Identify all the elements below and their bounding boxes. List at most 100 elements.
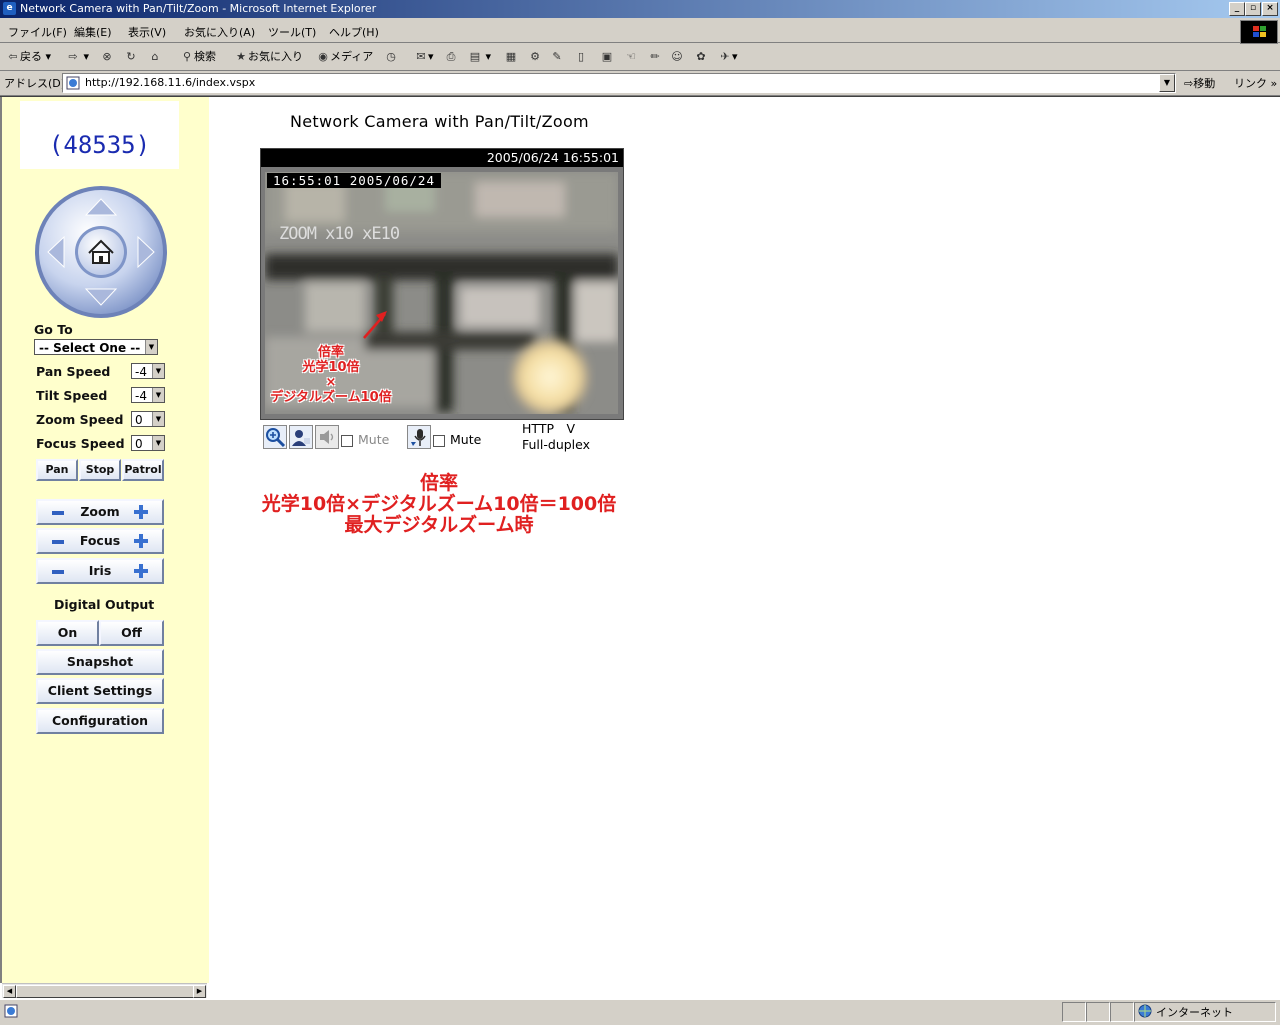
mail-button[interactable]: ✉ ▾: [414, 48, 433, 66]
search-icon: ⚲: [182, 50, 192, 63]
menu-help[interactable]: ヘルプ(H): [329, 24, 379, 40]
tool-4-icon: ▣: [601, 50, 613, 63]
talk-icon[interactable]: [289, 425, 313, 449]
zoom-out-icon[interactable]: [52, 511, 64, 515]
menu-file[interactable]: ファイル(F): [8, 24, 67, 40]
search-button[interactable]: ⚲ 検索: [180, 48, 216, 66]
hand-icon: ☜: [626, 50, 636, 63]
focus-control: Focus: [36, 528, 164, 554]
address-input[interactable]: http://192.168.11.6/index.vspx ▼: [62, 73, 1176, 93]
checkbox-icon: [433, 434, 445, 447]
menu-bar: ファイル(F) 編集(E) 表示(V) お気に入り(A) ツール(T) ヘルプ(…: [0, 20, 1280, 43]
tool-button-8[interactable]: ✿: [694, 48, 708, 66]
mail-icon: ✉: [416, 50, 426, 63]
focus-speed-select[interactable]: 0 ▼: [131, 435, 165, 451]
home-icon: ⌂: [151, 50, 159, 63]
tool-3-icon: ▯: [577, 50, 585, 63]
iris-close-icon[interactable]: [52, 570, 64, 574]
tool-2-icon: ✎: [552, 50, 562, 63]
microphone-icon[interactable]: [407, 425, 431, 449]
stop-button[interactable]: Stop: [79, 459, 121, 481]
scroll-right-icon[interactable]: ▶: [193, 985, 206, 998]
edit-icon: ▤: [469, 50, 481, 63]
dropdown-arrow-icon: ▼: [152, 364, 164, 378]
tool-button-4[interactable]: ▣: [600, 48, 614, 66]
tool-button-2[interactable]: ✎: [550, 48, 564, 66]
refresh-icon: ↻: [126, 50, 136, 63]
status-pane: [1062, 1002, 1086, 1022]
menu-edit[interactable]: 編集(E): [74, 24, 112, 40]
tool-button-7[interactable]: ☺: [670, 48, 684, 66]
menu-tools[interactable]: ツール(T): [268, 24, 316, 40]
media-button[interactable]: ◉ メディア: [316, 48, 373, 66]
print-icon: ⎙: [446, 50, 456, 63]
tilt-speed-select[interactable]: -4 ▼: [131, 387, 165, 403]
address-dropdown-button[interactable]: ▼: [1159, 74, 1175, 92]
forward-button[interactable]: ⇨ ▾: [66, 48, 89, 66]
discuss-button[interactable]: ▦: [504, 48, 518, 66]
patrol-button[interactable]: Patrol: [122, 459, 164, 481]
pan-tilt-pad[interactable]: [34, 185, 168, 319]
pan-button[interactable]: Pan: [36, 459, 78, 481]
title-bar: e Network Camera with Pan/Tilt/Zoom - Mi…: [0, 0, 1280, 18]
focus-near-icon[interactable]: [52, 540, 64, 544]
scroll-thumb[interactable]: [16, 985, 194, 998]
client-settings-button[interactable]: Client Settings: [36, 678, 164, 704]
tilt-speed-label: Tilt Speed: [36, 388, 108, 403]
speaker-mute-checkbox[interactable]: Mute: [341, 432, 389, 447]
menu-view[interactable]: 表示(V): [128, 24, 166, 40]
refresh-button[interactable]: ↻: [124, 48, 138, 66]
zoom-speed-select[interactable]: 0 ▼: [131, 411, 165, 427]
windows-logo-icon: [1240, 20, 1278, 44]
tool-button-1[interactable]: ⚙: [528, 48, 542, 66]
stop-button[interactable]: ⊗: [100, 48, 114, 66]
iris-open-icon[interactable]: [134, 564, 148, 578]
focus-far-icon[interactable]: [134, 534, 148, 548]
ie-logo-icon: e: [3, 2, 16, 15]
camera-view-frame: 2005/06/24 16:55:01 16:55:01 2005/06/24 …: [260, 148, 624, 420]
minimize-button[interactable]: _: [1229, 2, 1245, 16]
tool-button-3[interactable]: ▯: [574, 48, 588, 66]
scroll-left-icon[interactable]: ◀: [3, 985, 16, 998]
edit-button[interactable]: ▤ ▾: [468, 48, 491, 66]
research-icon: ✿: [696, 50, 706, 63]
maximize-button[interactable]: ▫: [1245, 2, 1261, 16]
window-title: Network Camera with Pan/Tilt/Zoom - Micr…: [20, 2, 377, 15]
back-button[interactable]: ⇦ 戻る ▾: [6, 48, 51, 66]
goto-select[interactable]: -- Select One -- ▼: [34, 339, 158, 355]
tool-button-5[interactable]: ☜: [624, 48, 638, 66]
menu-favorites[interactable]: お気に入り(A): [184, 24, 255, 40]
page-icon: [66, 76, 80, 90]
speaker-icon[interactable]: [315, 425, 339, 449]
goto-label: Go To: [34, 322, 73, 337]
tool-button-9[interactable]: ✈ ▾: [718, 48, 737, 66]
output-on-button[interactable]: On: [36, 620, 99, 646]
tool-button-6[interactable]: ✏: [648, 48, 662, 66]
overlay-timestamp: 16:55:01 2005/06/24: [267, 173, 441, 188]
zoom-note: 倍率 光学10倍×デジタルズーム10倍＝100倍 最大デジタルズーム時: [261, 472, 617, 536]
status-bar: インターネット: [0, 999, 1280, 1025]
close-button[interactable]: ×: [1262, 2, 1278, 16]
favorites-button[interactable]: ★ お気に入り: [234, 48, 303, 66]
iris-label: Iris: [88, 563, 112, 578]
goto-dropdown-icon: ▼: [145, 340, 157, 354]
camera-id: (48535): [20, 101, 179, 169]
status-pane: [1110, 1002, 1134, 1022]
sidebar-horizontal-scrollbar[interactable]: ◀ ▶: [2, 983, 207, 998]
mic-mute-checkbox[interactable]: Mute: [433, 432, 481, 447]
camera-live-image[interactable]: 16:55:01 2005/06/24 ZOOM x10 xE10 倍率 光学1…: [265, 172, 618, 414]
print-button[interactable]: ⎙: [444, 48, 458, 66]
links-button[interactable]: リンク »: [1234, 75, 1277, 91]
digital-output-label: Digital Output: [54, 597, 155, 612]
configuration-button[interactable]: Configuration: [36, 708, 164, 734]
media-icon: ◉: [318, 50, 328, 63]
output-off-button[interactable]: Off: [99, 620, 164, 646]
home-button[interactable]: ⌂: [148, 48, 162, 66]
zoom-in-icon[interactable]: [134, 505, 148, 519]
tool-1-icon: ⚙: [530, 50, 540, 63]
go-button[interactable]: ⇨移動: [1184, 75, 1215, 91]
history-button[interactable]: ◷: [384, 48, 398, 66]
snapshot-button[interactable]: Snapshot: [36, 649, 164, 675]
pan-speed-select[interactable]: -4 ▼: [131, 363, 165, 379]
digital-zoom-icon[interactable]: [263, 425, 287, 449]
